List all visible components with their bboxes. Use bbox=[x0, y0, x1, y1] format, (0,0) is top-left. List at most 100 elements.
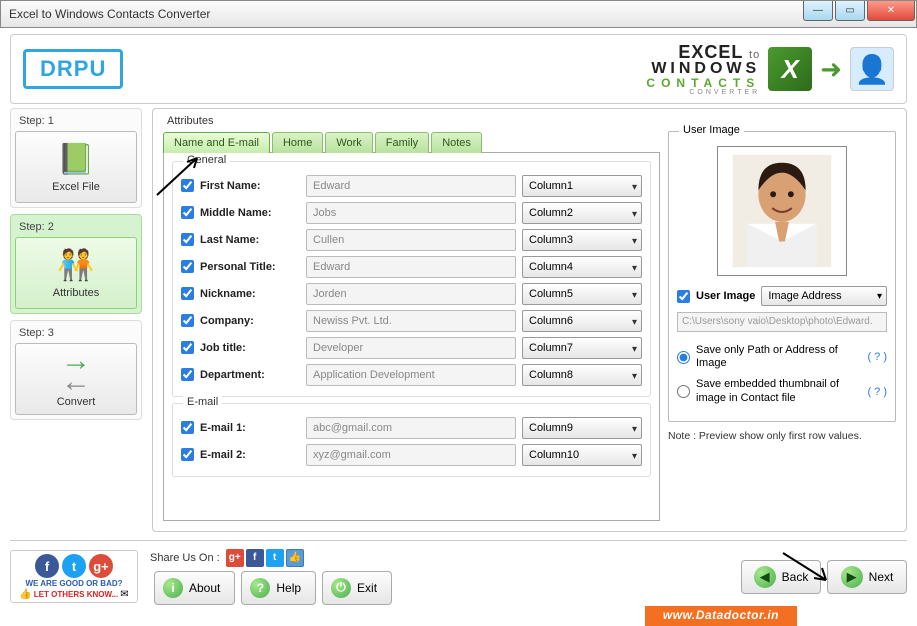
help-save-path[interactable]: ( ? ) bbox=[867, 351, 887, 363]
general-checkbox[interactable] bbox=[181, 314, 194, 327]
general-column-select[interactable]: Column4 bbox=[522, 256, 642, 278]
general-value[interactable]: Cullen bbox=[306, 229, 516, 251]
general-checkbox[interactable] bbox=[181, 206, 194, 219]
exit-button[interactable]: ⏻Exit bbox=[322, 571, 392, 605]
window-buttons: — ▭ ✕ bbox=[802, 1, 916, 27]
header: DRPU EXCEL to WINDOWS CONTACTS CONVERTER… bbox=[10, 34, 907, 104]
help-button[interactable]: ?Help bbox=[241, 571, 316, 605]
share-thumb-icon[interactable]: 👍 bbox=[286, 549, 304, 567]
twitter-icon[interactable]: t bbox=[62, 554, 86, 578]
general-label: Company: bbox=[200, 315, 300, 327]
general-checkbox[interactable] bbox=[181, 233, 194, 246]
excel-x-icon: X bbox=[768, 47, 812, 91]
tab-work[interactable]: Work bbox=[325, 132, 372, 153]
tab-home[interactable]: Home bbox=[272, 132, 323, 153]
next-button[interactable]: ▶Next bbox=[827, 560, 907, 594]
minimize-button[interactable]: — bbox=[803, 1, 833, 21]
general-value[interactable]: Jobs bbox=[306, 202, 516, 224]
user-image-check-label: User Image bbox=[696, 290, 755, 302]
save-path-radio-row: Save only Path or Address of Image ( ? ) bbox=[677, 344, 887, 370]
general-column-select[interactable]: Column5 bbox=[522, 283, 642, 305]
general-label: Nickname: bbox=[200, 288, 300, 300]
step-excel-file-button[interactable]: 📗 Excel File bbox=[15, 131, 137, 203]
back-arrow-icon: ◀ bbox=[754, 566, 776, 588]
share-gplus-icon[interactable]: g+ bbox=[226, 549, 244, 567]
general-checkbox[interactable] bbox=[181, 179, 194, 192]
save-path-radio[interactable] bbox=[677, 351, 690, 364]
general-value[interactable]: Application Development bbox=[306, 364, 516, 386]
step-1-label: Step: 1 bbox=[15, 113, 137, 131]
user-image-source-select[interactable]: Image Address bbox=[761, 286, 887, 306]
tab-name-email[interactable]: Name and E-mail bbox=[163, 132, 270, 153]
drpu-logo: DRPU bbox=[23, 49, 123, 89]
social-box: f t g+ WE ARE GOOD OR BAD? 👍LET OTHERS K… bbox=[10, 550, 138, 603]
google-plus-icon[interactable]: g+ bbox=[89, 554, 113, 578]
titlebar: Excel to Windows Contacts Converter — ▭ … bbox=[0, 0, 917, 28]
general-value[interactable]: Developer bbox=[306, 337, 516, 359]
general-checkbox[interactable] bbox=[181, 368, 194, 381]
general-row: Company: Newiss Pvt. Ltd. Column6 bbox=[181, 307, 642, 334]
back-button[interactable]: ◀Back bbox=[741, 560, 821, 594]
help-save-embedded[interactable]: ( ? ) bbox=[867, 386, 887, 398]
email-row: E-mail 2:xyz@gmail.comColumn10 bbox=[181, 441, 642, 468]
email-checkbox[interactable] bbox=[181, 448, 194, 461]
general-value[interactable]: Edward bbox=[306, 175, 516, 197]
general-label: Job title: bbox=[200, 342, 300, 354]
general-column-select[interactable]: Column7 bbox=[522, 337, 642, 359]
maximize-button[interactable]: ▭ bbox=[835, 1, 865, 21]
close-button[interactable]: ✕ bbox=[867, 1, 915, 21]
brand-text: EXCEL to WINDOWS CONTACTS CONVERTER bbox=[646, 43, 760, 96]
sidebar: Step: 1 📗 Excel File Step: 2 🧑‍🤝‍🧑 Attri… bbox=[10, 108, 142, 532]
email-checkbox[interactable] bbox=[181, 421, 194, 434]
step-attributes-button[interactable]: 🧑‍🤝‍🧑 Attributes bbox=[15, 237, 137, 309]
step-convert-button[interactable]: →← Convert bbox=[15, 343, 137, 415]
general-value[interactable]: Newiss Pvt. Ltd. bbox=[306, 310, 516, 332]
general-value[interactable]: Edward bbox=[306, 256, 516, 278]
save-embedded-radio-row: Save embedded thumbnail of image in Cont… bbox=[677, 378, 887, 404]
exit-label: Exit bbox=[357, 581, 377, 595]
share-label: Share Us On : bbox=[150, 552, 220, 564]
general-legend: General bbox=[183, 154, 230, 166]
general-value[interactable]: Jorden bbox=[306, 283, 516, 305]
general-column-select[interactable]: Column1 bbox=[522, 175, 642, 197]
user-image-checkbox[interactable] bbox=[677, 290, 690, 303]
email-value[interactable]: abc@gmail.com bbox=[306, 417, 516, 439]
general-checkbox[interactable] bbox=[181, 260, 194, 273]
general-label: Department: bbox=[200, 369, 300, 381]
general-checkbox[interactable] bbox=[181, 341, 194, 354]
good-bad-text: WE ARE GOOD OR BAD? bbox=[25, 579, 122, 588]
brand-contacts: CONTACTS bbox=[646, 77, 760, 89]
excel-file-icon: 📗 bbox=[57, 142, 94, 177]
email-column-select[interactable]: Column10 bbox=[522, 444, 642, 466]
general-column-select[interactable]: Column8 bbox=[522, 364, 642, 386]
general-column-select[interactable]: Column3 bbox=[522, 229, 642, 251]
email-column-select[interactable]: Column9 bbox=[522, 417, 642, 439]
tab-notes[interactable]: Notes bbox=[431, 132, 482, 153]
let-others-text: LET OTHERS KNOW... bbox=[34, 590, 118, 599]
about-button[interactable]: iAbout bbox=[154, 571, 235, 605]
user-image-path[interactable]: C:\Users\sony vaio\Desktop\photo\Edward. bbox=[677, 312, 887, 332]
email-fieldset: E-mail E-mail 1:abc@gmail.comColumn9E-ma… bbox=[172, 403, 651, 477]
email-value[interactable]: xyz@gmail.com bbox=[306, 444, 516, 466]
brand-converter: CONVERTER bbox=[646, 89, 760, 96]
share-tw-icon[interactable]: t bbox=[266, 549, 284, 567]
general-row: Nickname: Jorden Column5 bbox=[181, 280, 642, 307]
save-embedded-radio[interactable] bbox=[677, 385, 690, 398]
facebook-icon[interactable]: f bbox=[35, 554, 59, 578]
step-3-group: Step: 3 →← Convert bbox=[10, 320, 142, 420]
about-label: About bbox=[189, 581, 220, 595]
brand-excel: EXCEL bbox=[678, 42, 743, 62]
share-fb-icon[interactable]: f bbox=[246, 549, 264, 567]
attributes-label: Attributes bbox=[167, 115, 896, 127]
arrow-right-icon: ➜ bbox=[820, 54, 842, 85]
general-column-select[interactable]: Column6 bbox=[522, 310, 642, 332]
contact-avatar-icon: 👤 bbox=[850, 47, 894, 91]
step-3-text: Convert bbox=[57, 396, 96, 408]
general-checkbox[interactable] bbox=[181, 287, 194, 300]
general-row: Middle Name:JobsColumn2 bbox=[181, 199, 642, 226]
general-column-select[interactable]: Column2 bbox=[522, 202, 642, 224]
tab-family[interactable]: Family bbox=[375, 132, 429, 153]
user-image-check-row: User Image Image Address bbox=[677, 286, 887, 306]
window-title: Excel to Windows Contacts Converter bbox=[9, 7, 802, 21]
user-image-legend: User Image bbox=[679, 124, 744, 136]
